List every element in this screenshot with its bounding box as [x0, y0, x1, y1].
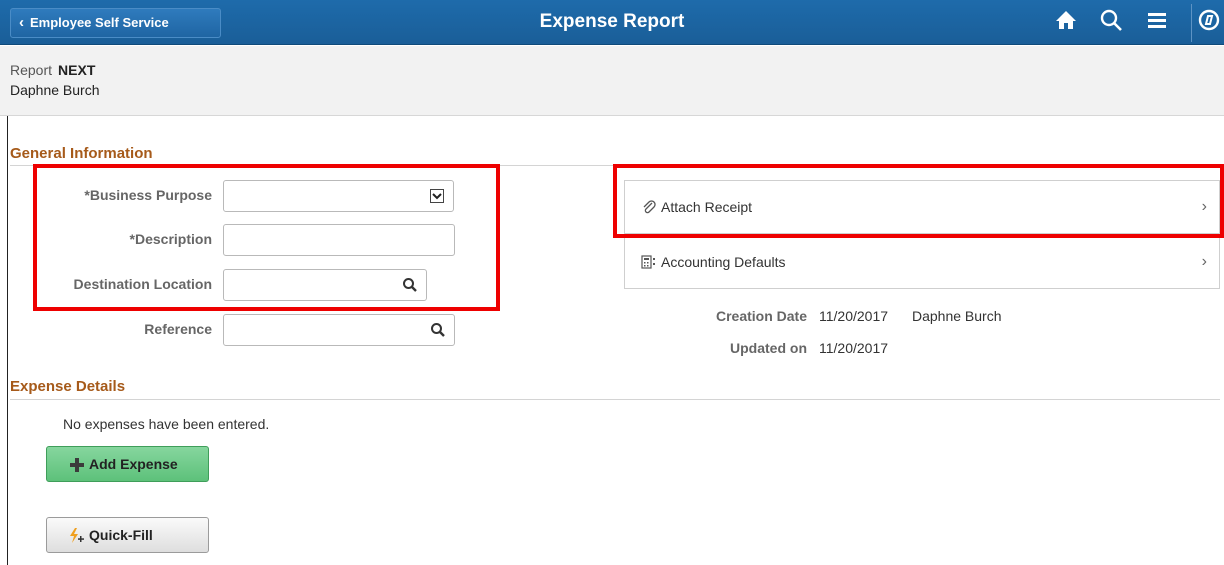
add-expense-button[interactable]: Add Expense — [46, 446, 209, 482]
expense-details-title: Expense Details — [10, 378, 126, 395]
quick-fill-label: Quick-Fill — [89, 527, 153, 543]
header-divider — [1191, 4, 1192, 42]
chevron-right-icon: › — [1201, 253, 1207, 270]
updated-on-value: 11/20/2017 — [819, 340, 889, 356]
chevron-left-icon: ‹ — [19, 14, 24, 31]
add-expense-label: Add Expense — [89, 456, 178, 472]
created-by-value: Daphne Burch — [912, 308, 1002, 324]
report-banner: Report NEXT Daphne Burch — [0, 46, 1224, 116]
navbar-icon[interactable] — [1194, 8, 1224, 38]
accounting-defaults-label: Accounting Defaults — [661, 254, 786, 270]
no-expenses-message: No expenses have been entered. — [63, 416, 270, 432]
plus-icon — [70, 458, 84, 472]
search-icon[interactable] — [430, 322, 446, 338]
report-id: Report NEXT — [10, 62, 95, 78]
back-button[interactable]: ‹ Employee Self Service — [10, 8, 221, 38]
highlight-box-fields — [33, 164, 500, 311]
reference-label: Reference — [144, 321, 212, 337]
updated-on-label: Updated on — [730, 340, 807, 356]
reference-input[interactable] — [223, 314, 455, 346]
creation-date-value: 11/20/2017 — [819, 308, 889, 324]
general-information-title: General Information — [10, 145, 153, 162]
menu-icon[interactable] — [1141, 8, 1173, 38]
lightning-plus-icon — [70, 528, 84, 543]
home-icon[interactable] — [1050, 8, 1082, 38]
search-icon[interactable] — [1095, 8, 1127, 38]
content-left-border — [7, 116, 8, 565]
quick-fill-button[interactable]: Quick-Fill — [46, 517, 209, 553]
accounting-defaults-row[interactable]: Accounting Defaults › — [624, 235, 1220, 289]
highlight-box-attach-receipt — [613, 164, 1224, 238]
employee-name: Daphne Burch — [10, 82, 100, 98]
report-value: NEXT — [58, 62, 96, 78]
report-label: Report — [10, 62, 53, 78]
accounting-icon — [641, 255, 655, 269]
top-bar: ‹ Employee Self Service Expense Report — [0, 0, 1224, 45]
creation-date-label: Creation Date — [715, 308, 807, 324]
back-button-label: Employee Self Service — [30, 15, 169, 30]
section-divider — [10, 399, 1220, 400]
